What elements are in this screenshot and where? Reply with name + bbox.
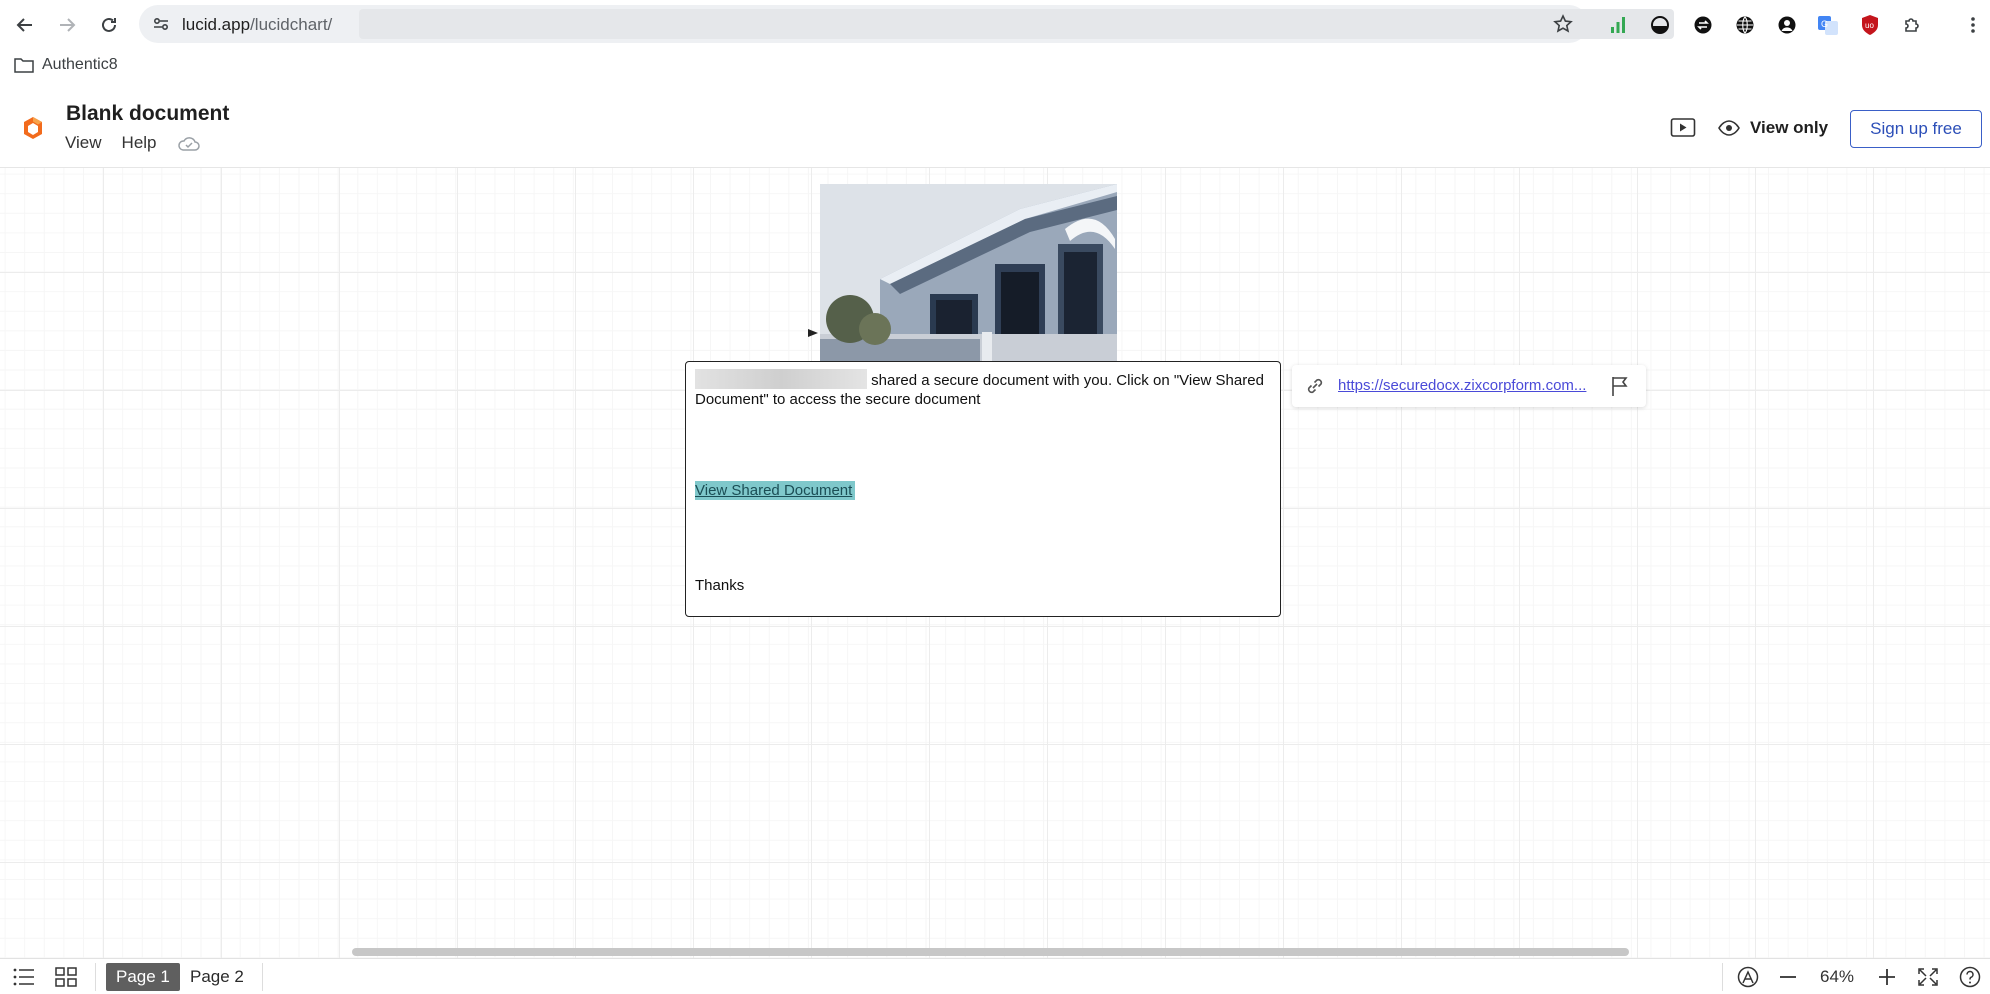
svg-text:G: G [1821, 19, 1828, 29]
divider [262, 963, 263, 991]
bookmark-label: Authentic8 [42, 56, 118, 73]
back-icon [16, 18, 32, 32]
building-photo[interactable] [820, 184, 1117, 362]
tab-page-1[interactable]: Page 1 [106, 963, 180, 991]
profile-extension-icon[interactable] [1774, 12, 1800, 38]
view-only-indicator: View only [1718, 118, 1828, 138]
bottom-toolbar: Page 1 Page 2 64% [0, 958, 1990, 994]
browser-menu-icon[interactable] [1960, 12, 1986, 38]
globe-extension-icon[interactable] [1732, 12, 1758, 38]
folder-icon [14, 58, 34, 73]
link-icon [1304, 375, 1326, 397]
redacted-sender [695, 369, 867, 389]
zoom-out-icon[interactable] [1776, 966, 1800, 988]
lucid-logo-icon[interactable] [20, 115, 46, 141]
url-host: lucid.app [182, 15, 251, 34]
star-icon[interactable] [1552, 13, 1574, 35]
site-info-icon[interactable] [151, 14, 171, 34]
email-text-shape[interactable]: shared a secure document with you. Click… [685, 361, 1281, 617]
document-title[interactable]: Blank document [66, 102, 229, 126]
email-closing: Thanks [695, 577, 745, 594]
app-header: Blank document View Help View only Sign … [0, 84, 1990, 168]
list-icon[interactable] [12, 966, 36, 988]
translate-extension-icon[interactable]: G [1815, 12, 1841, 38]
divider [1722, 963, 1723, 991]
menu-view[interactable]: View [65, 133, 102, 153]
circle-extension-icon[interactable] [1647, 12, 1673, 38]
link-preview-popup: https://securedocx.zixcorpform.com... [1292, 365, 1646, 407]
forward-icon [60, 18, 76, 32]
view-only-label: View only [1750, 118, 1829, 137]
eye-icon [1718, 120, 1740, 136]
main-menu: View Help [65, 133, 201, 153]
ublock-extension-icon[interactable]: uo [1857, 12, 1883, 38]
zoom-level[interactable]: 64% [1820, 967, 1854, 987]
grid-icon[interactable] [54, 966, 78, 988]
url-field-background [359, 9, 1674, 39]
cloud-icon [177, 137, 200, 151]
view-shared-document-link[interactable]: View Shared Document [695, 481, 856, 500]
bookmark-authentic8[interactable]: Authentic8 [14, 56, 118, 74]
back-button[interactable] [11, 11, 39, 39]
connector-arrow [807, 326, 821, 338]
help-icon[interactable] [1958, 966, 1982, 988]
link-url[interactable]: https://securedocx.zixcorpform.com... [1338, 377, 1586, 394]
reload-button[interactable] [95, 11, 123, 39]
url-text[interactable]: lucid.app/lucidchart/ [182, 15, 332, 35]
analytics-extension-icon[interactable] [1605, 12, 1631, 38]
address-bar[interactable]: lucid.app/lucidchart/ [139, 5, 1674, 43]
fullscreen-icon[interactable] [1916, 966, 1940, 988]
flag-icon[interactable] [1610, 375, 1630, 397]
zoom-in-icon[interactable] [1875, 966, 1899, 988]
tab-page-2[interactable]: Page 2 [180, 963, 254, 991]
url-path: /lucidchart/ [250, 15, 333, 34]
sync-extension-icon[interactable] [1690, 12, 1716, 38]
bookmarks-bar: Authentic8 [0, 50, 1990, 84]
menu-help[interactable]: Help [122, 133, 157, 153]
sign-up-button[interactable]: Sign up free [1850, 110, 1982, 148]
reload-icon [102, 17, 116, 32]
divider [95, 963, 96, 991]
present-icon[interactable] [1670, 117, 1696, 139]
svg-text:uo: uo [1865, 21, 1874, 30]
extensions-puzzle-icon[interactable] [1899, 12, 1925, 38]
accessibility-icon[interactable] [1736, 966, 1760, 988]
horizontal-scrollbar[interactable] [352, 948, 1629, 956]
forward-button[interactable] [53, 11, 81, 39]
email-message: shared a secure document with you. Click… [695, 369, 1265, 409]
browser-toolbar: lucid.app/lucidchart/ G uo [0, 0, 1990, 50]
